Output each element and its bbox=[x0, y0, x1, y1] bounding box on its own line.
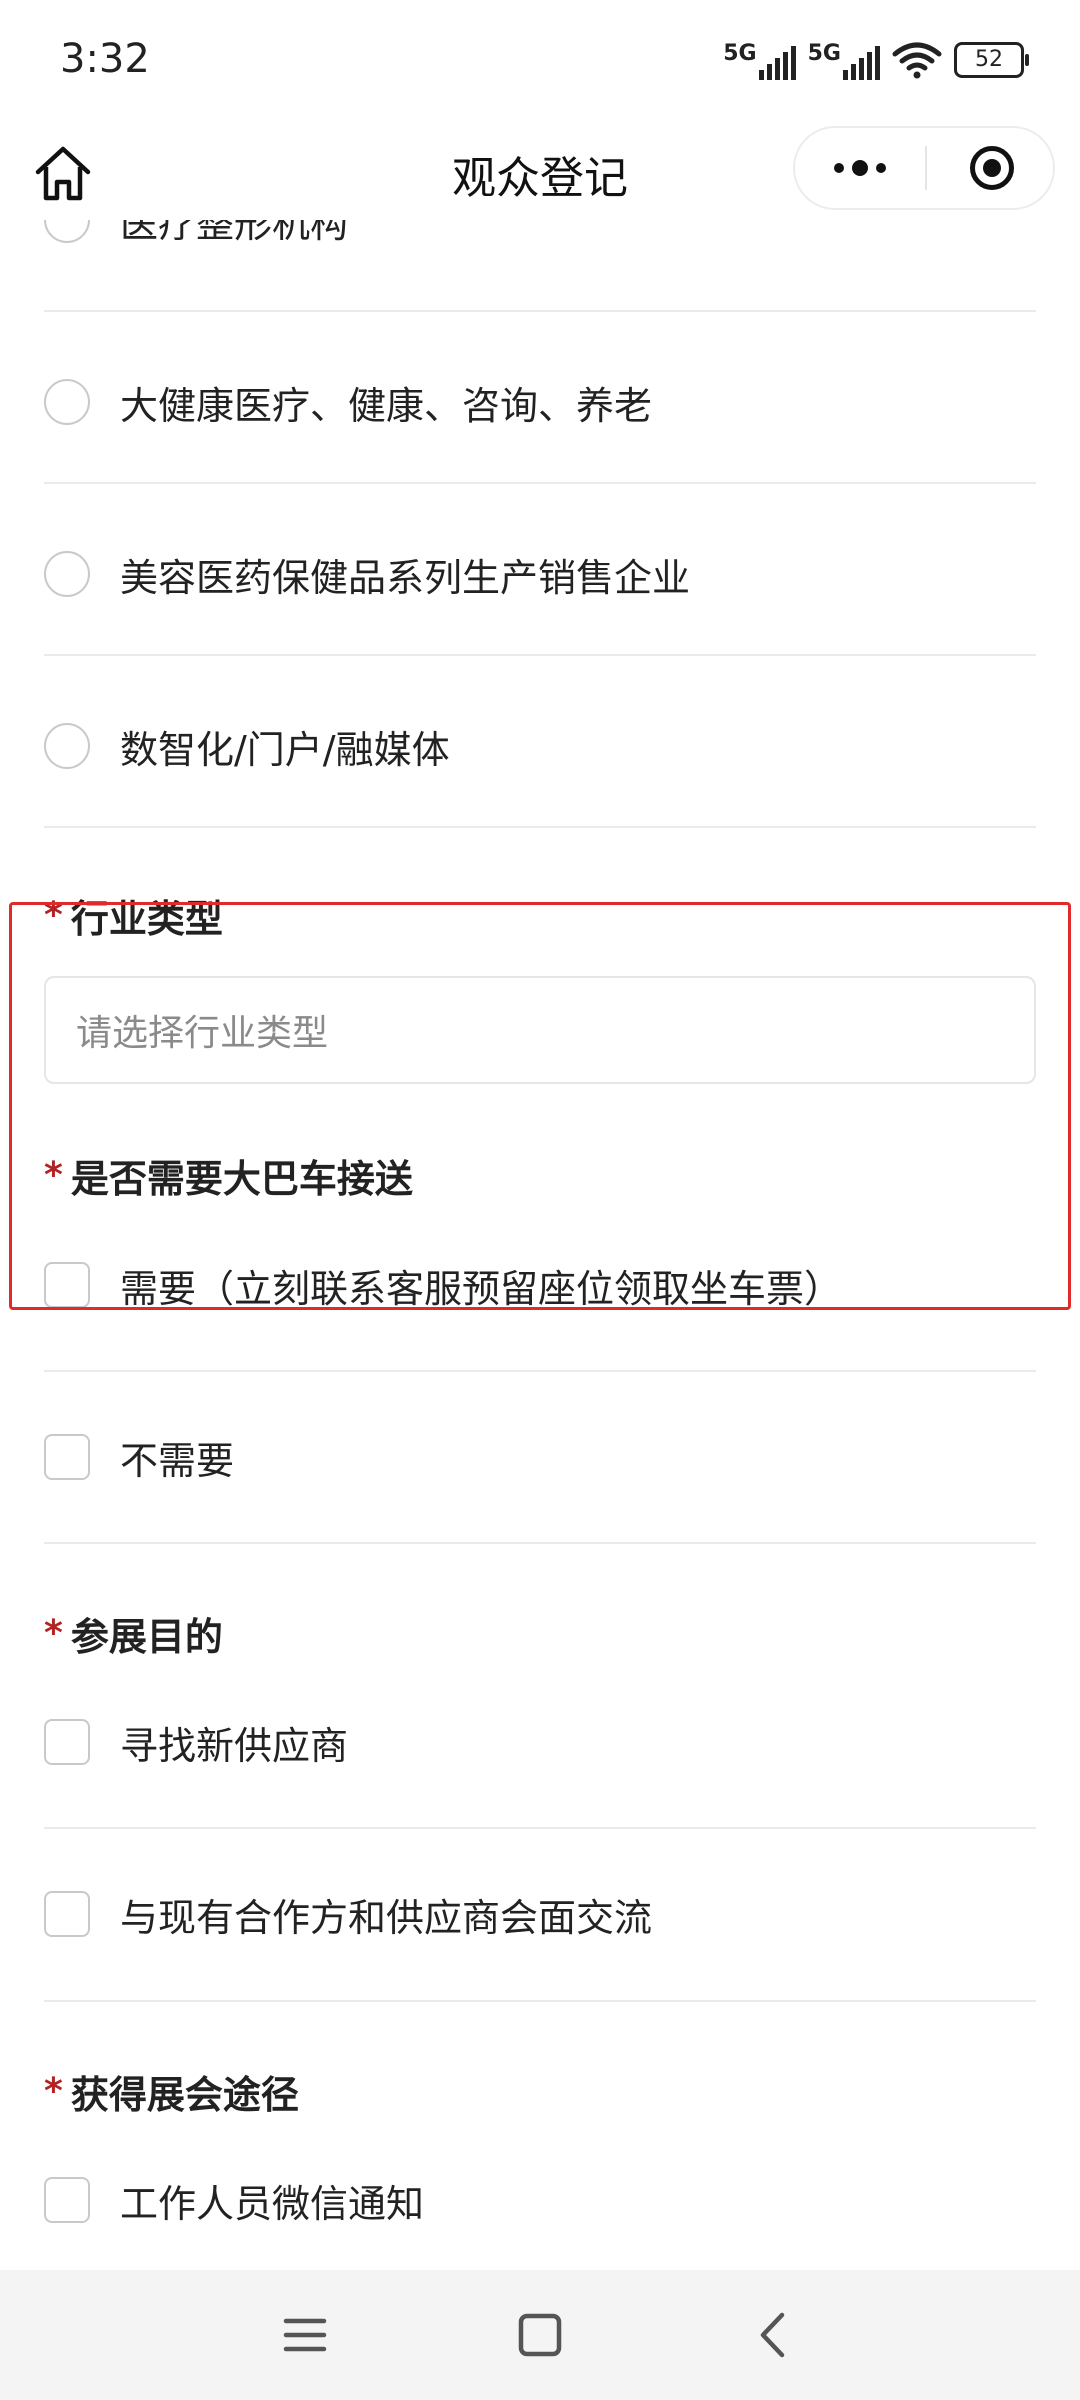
divider bbox=[44, 1542, 1036, 1544]
network-type-label: 5G bbox=[723, 40, 757, 66]
radio-button[interactable] bbox=[44, 551, 90, 597]
capsule-menu bbox=[793, 126, 1055, 210]
checkbox[interactable] bbox=[44, 1891, 90, 1937]
back-icon[interactable] bbox=[750, 2310, 800, 2360]
system-navigation-bar bbox=[0, 2270, 1080, 2400]
option-label: 与现有合作方和供应商会面交流 bbox=[120, 1895, 653, 1940]
divider bbox=[44, 826, 1036, 828]
industry-option[interactable]: 医疗整形机构 bbox=[44, 220, 1036, 250]
channel-option[interactable]: 工作人员微信通知 bbox=[44, 2170, 1036, 2230]
navigation-bar: 观众登记 bbox=[0, 120, 1080, 220]
divider bbox=[44, 482, 1036, 484]
battery-level: 52 bbox=[975, 47, 1003, 72]
industry-type-select[interactable]: 请选择行业类型 bbox=[44, 976, 1036, 1084]
option-label: 工作人员微信通知 bbox=[120, 2181, 425, 2226]
radio-button[interactable] bbox=[44, 220, 90, 243]
required-mark: * bbox=[44, 2071, 63, 2112]
bus-option-need[interactable]: 需要（立刻联系客服预留座位领取坐车票） bbox=[44, 1255, 1036, 1315]
question-channel: * 获得展会途径 bbox=[44, 2064, 299, 2119]
industry-option[interactable]: 数智化/门户/融媒体 bbox=[44, 716, 1036, 776]
close-miniprogram-icon[interactable] bbox=[970, 146, 1014, 190]
battery-icon: 52 bbox=[954, 42, 1029, 78]
purpose-option[interactable]: 与现有合作方和供应商会面交流 bbox=[44, 1884, 1036, 1944]
select-placeholder: 请选择行业类型 bbox=[76, 1013, 329, 1054]
option-label: 不需要 bbox=[120, 1438, 235, 1483]
required-mark: * bbox=[44, 895, 63, 936]
question-title: 参展目的 bbox=[70, 1615, 223, 1659]
option-label: 医疗整形机构 bbox=[120, 220, 349, 246]
signal-1-icon: 5G bbox=[723, 40, 796, 80]
divider bbox=[44, 654, 1036, 656]
divider bbox=[44, 2000, 1036, 2002]
question-purpose: * 参展目的 bbox=[44, 1606, 223, 1661]
industry-option[interactable]: 大健康医疗、健康、咨询、养老 bbox=[44, 372, 1036, 432]
divider bbox=[44, 310, 1036, 312]
purpose-option[interactable]: 寻找新供应商 bbox=[44, 1712, 1036, 1772]
required-mark: * bbox=[44, 1155, 63, 1196]
checkbox[interactable] bbox=[44, 1262, 90, 1308]
checkbox[interactable] bbox=[44, 2177, 90, 2223]
status-time: 3:32 bbox=[60, 36, 150, 82]
divider bbox=[44, 1827, 1036, 1829]
more-button[interactable] bbox=[795, 128, 925, 208]
option-label: 寻找新供应商 bbox=[120, 1723, 349, 1768]
option-label: 大健康医疗、健康、咨询、养老 bbox=[120, 383, 653, 428]
question-industry-type: * 行业类型 bbox=[44, 888, 223, 943]
status-bar: 3:32 5G 5G 52 bbox=[0, 0, 1080, 120]
industry-option[interactable]: 美容医药保健品系列生产销售企业 bbox=[44, 544, 1036, 604]
capsule-divider bbox=[925, 146, 927, 190]
checkbox[interactable] bbox=[44, 1719, 90, 1765]
wifi-icon bbox=[892, 42, 942, 79]
bus-option-not-need[interactable]: 不需要 bbox=[44, 1427, 1036, 1487]
menu-icon[interactable] bbox=[280, 2310, 330, 2360]
radio-button[interactable] bbox=[44, 723, 90, 769]
question-title: 行业类型 bbox=[70, 897, 223, 941]
form-content[interactable]: 医疗整形机构 大健康医疗、健康、咨询、养老 美容医药保健品系列生产销售企业 数智… bbox=[0, 220, 1080, 2270]
signal-2-icon: 5G bbox=[808, 41, 880, 80]
option-label: 数智化/门户/融媒体 bbox=[120, 727, 450, 772]
question-title: 获得展会途径 bbox=[70, 2073, 299, 2117]
home-button-icon[interactable] bbox=[515, 2310, 565, 2360]
divider bbox=[44, 1370, 1036, 1372]
required-mark: * bbox=[44, 1613, 63, 1654]
checkbox[interactable] bbox=[44, 1434, 90, 1480]
question-bus-pickup: * 是否需要大巴车接送 bbox=[44, 1148, 413, 1203]
option-label: 美容医药保健品系列生产销售企业 bbox=[120, 555, 691, 600]
question-title: 是否需要大巴车接送 bbox=[70, 1157, 413, 1201]
radio-button[interactable] bbox=[44, 379, 90, 425]
option-label: 需要（立刻联系客服预留座位领取坐车票） bbox=[120, 1266, 843, 1311]
network-type-label: 5G bbox=[807, 40, 841, 66]
status-icons: 5G 5G 52 bbox=[723, 40, 1029, 80]
